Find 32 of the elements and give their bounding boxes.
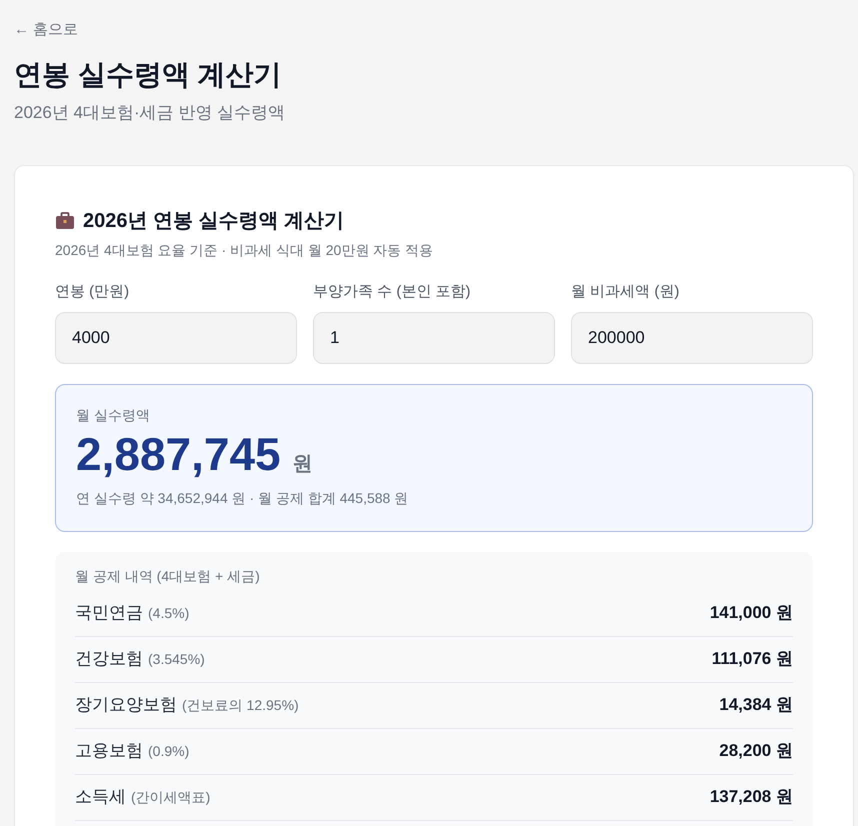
currency-unit: 원 bbox=[292, 452, 313, 476]
deduction-rate: (3.545%) bbox=[148, 650, 205, 670]
result-label: 월 실수령액 bbox=[76, 406, 151, 424]
field-label: 부양가족 수 (본인 포함) bbox=[313, 282, 472, 302]
field-label: 월 비과세액 (원) bbox=[571, 282, 680, 302]
deduction-amount: 28,200 원 bbox=[719, 740, 793, 762]
result-summary: 연 실수령 약 34,652,944 원 · 월 공제 합계 445,588 원 bbox=[76, 488, 410, 508]
deduction-amount: 141,000 원 bbox=[710, 602, 793, 624]
deduction-amount: 111,076 원 bbox=[712, 648, 793, 670]
field-label: 연봉 (만원) bbox=[55, 282, 130, 302]
deduction-label: 건강보험 bbox=[75, 648, 143, 670]
calculator-description: 2026년 4대보험 요율 기준 · 비과세 식대 월 20만원 자동 적용 bbox=[55, 241, 434, 260]
monthly-net-amount: 2,887,745 bbox=[76, 426, 281, 482]
calculator-heading: 2026년 연봉 실수령액 계산기 bbox=[83, 209, 344, 234]
deduction-label: 고용보험 bbox=[75, 740, 143, 762]
deduction-label: 소득세 bbox=[75, 786, 126, 808]
deduction-rate: (건보료의 12.95%) bbox=[182, 696, 299, 716]
page-subtitle: 2026년 4대보험·세금 반영 실수령액 bbox=[14, 102, 286, 124]
page-title: 연봉 실수령액 계산기 bbox=[14, 58, 283, 92]
deduction-rate: (4.5%) bbox=[148, 604, 190, 624]
deductions-heading: 월 공제 내역 (4대보험 + 세금) bbox=[75, 566, 261, 586]
deduction-rate: (0.9%) bbox=[148, 742, 190, 762]
briefcase-icon bbox=[55, 212, 75, 230]
deduction-amount: 137,208 원 bbox=[710, 786, 793, 808]
input-field[interactable]: 4000 bbox=[55, 312, 297, 364]
deduction-label: 장기요양보험 bbox=[75, 694, 177, 716]
input-field[interactable]: 1 bbox=[313, 312, 555, 364]
deduction-label: 국민연금 bbox=[75, 602, 143, 624]
deduction-rate: (간이세액표) bbox=[131, 788, 210, 808]
deduction-amount: 14,384 원 bbox=[719, 694, 793, 716]
back-link[interactable]: ← 홈으로 bbox=[14, 19, 844, 42]
input-field[interactable]: 200000 bbox=[571, 312, 813, 364]
